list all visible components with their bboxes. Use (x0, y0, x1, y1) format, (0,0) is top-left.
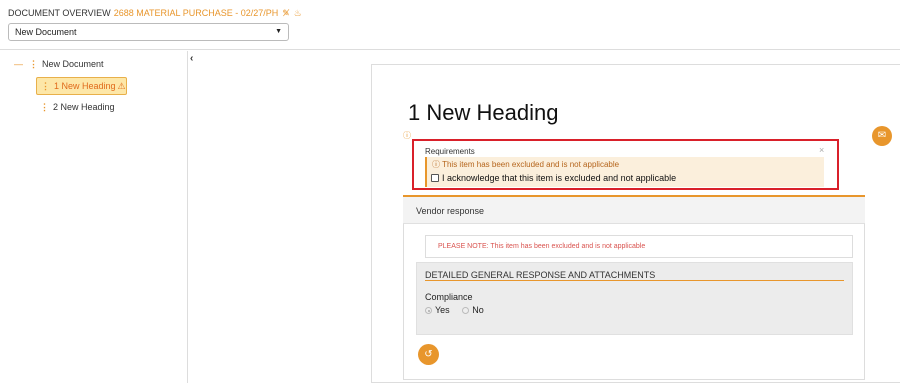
compliance-label: Compliance (425, 292, 473, 302)
section-heading: 1 New Heading (408, 100, 559, 125)
warning-icon: ⚠ (117, 81, 126, 91)
detailed-response-title: DETAILED GENERAL RESPONSE AND ATTACHMENT… (425, 270, 656, 280)
acknowledge-label: I acknowledge that this item is excluded… (442, 173, 677, 183)
requirements-note: ⓘ This item has been excluded and is not… (432, 159, 619, 170)
tree-item-label: 2 New Heading (53, 102, 115, 112)
tree-root-label: New Document (42, 59, 104, 69)
requirements-note-text: This item has been excluded and is not a… (442, 160, 620, 169)
history-icon[interactable]: ↺ (418, 344, 439, 365)
title-underline (425, 280, 844, 281)
vendor-response-label: Vendor response (416, 206, 485, 216)
compliance-no-label: No (472, 305, 484, 315)
tree-item-heading-2[interactable]: ⋮ 2 New Heading (40, 102, 115, 113)
document-title-row: DOCUMENT OVERVIEW 2688 MATERIAL PURCHASE … (8, 8, 302, 19)
tree-item-heading-1[interactable]: ⋮ 1 New Heading ⚠ (36, 77, 127, 95)
requirements-title: Requirements (425, 147, 475, 156)
document-select-value: New Document (15, 27, 77, 37)
collapse-panel-icon[interactable]: ‹ (190, 53, 193, 64)
acknowledge-row[interactable]: I acknowledge that this item is excluded… (431, 173, 676, 183)
flame-icon[interactable]: ♨ (294, 8, 302, 18)
document-select[interactable]: New Document ▼ (8, 23, 289, 41)
info-icon: ⓘ (403, 131, 411, 140)
acknowledge-checkbox[interactable] (431, 174, 439, 182)
drag-handle-icon[interactable]: ⋮ (29, 59, 38, 69)
tree-root-item[interactable]: — ⋮ New Document (14, 59, 104, 70)
page-title: DOCUMENT OVERVIEW (8, 8, 111, 18)
compliance-no-radio[interactable] (462, 307, 470, 314)
close-icon[interactable]: × (819, 145, 824, 155)
document-name: 2688 MATERIAL PURCHASE - 02/27/PH (113, 8, 279, 18)
chevron-down-icon: ▼ (275, 28, 282, 35)
exclusion-notice-text: PLEASE NOTE: This item has been excluded… (438, 243, 646, 250)
drag-handle-icon[interactable]: ⋮ (40, 102, 49, 112)
info-icon: ⓘ (432, 160, 440, 169)
mail-icon[interactable]: ✉ (872, 126, 892, 146)
outline-panel (0, 51, 188, 383)
drag-handle-icon[interactable]: ⋮ (41, 81, 50, 91)
collapse-icon[interactable]: — (14, 59, 23, 69)
compliance-radio-group: Yes No (425, 305, 484, 315)
compliance-yes-label: Yes (435, 305, 450, 315)
compliance-yes-radio[interactable] (425, 307, 432, 314)
pencil-cross-icon[interactable]: ✎̸ (282, 8, 290, 18)
tree-item-label: 1 New Heading (54, 81, 116, 91)
